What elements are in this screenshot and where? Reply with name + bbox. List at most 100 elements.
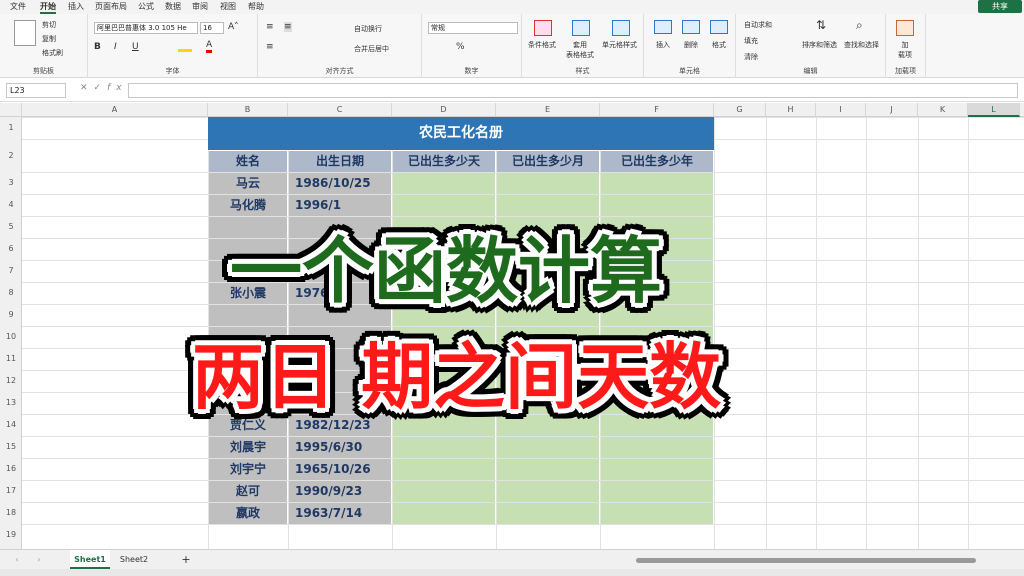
align-top-icon[interactable]: ≡	[266, 22, 274, 32]
name-cell[interactable]: 刘宇宁	[209, 459, 287, 480]
insert-button[interactable]: 插入	[656, 40, 670, 50]
column-header[interactable]: D	[392, 103, 496, 117]
months-result-cell[interactable]	[497, 173, 599, 194]
years-result-cell[interactable]	[601, 481, 713, 502]
paste-icon[interactable]	[14, 20, 36, 46]
column-title-cell[interactable]: 已出生多少年	[601, 151, 713, 172]
row-header[interactable]: 15	[0, 436, 22, 458]
column-header-selected[interactable]: L	[968, 103, 1020, 117]
years-result-cell[interactable]	[601, 459, 713, 480]
fill-button[interactable]: 填充	[744, 36, 758, 46]
insert-icon[interactable]	[654, 20, 672, 34]
conditional-format-icon[interactable]	[534, 20, 552, 36]
menu-home[interactable]: 开始	[40, 1, 56, 14]
column-title-cell[interactable]: 已出生多少月	[497, 151, 599, 172]
days-result-cell[interactable]	[393, 437, 495, 458]
menu-view[interactable]: 视图	[220, 1, 236, 12]
months-result-cell[interactable]	[497, 503, 599, 524]
column-header[interactable]: J	[866, 103, 918, 117]
column-header[interactable]: E	[496, 103, 600, 117]
row-header[interactable]: 3	[0, 172, 22, 194]
conditional-format-button[interactable]: 条件格式	[528, 40, 556, 50]
prev-sheet-icon[interactable]: ‹	[10, 550, 24, 569]
increase-font-icon[interactable]: A˄	[228, 22, 239, 32]
addins-icon[interactable]	[896, 20, 914, 36]
menu-help[interactable]: 帮助	[248, 1, 264, 12]
row-header[interactable]: 6	[0, 238, 22, 260]
menu-data[interactable]: 数据	[165, 1, 181, 12]
underline-icon[interactable]: U	[132, 42, 139, 52]
addins-button[interactable]: 加 载项	[898, 40, 912, 60]
format-icon[interactable]	[710, 20, 728, 34]
delete-icon[interactable]	[682, 20, 700, 34]
row-header[interactable]: 2	[0, 139, 22, 172]
months-result-cell[interactable]	[497, 459, 599, 480]
merge-center-button[interactable]: 合并后居中	[354, 44, 389, 54]
months-result-cell[interactable]	[497, 437, 599, 458]
menu-insert[interactable]: 插入	[68, 1, 84, 12]
row-header[interactable]: 13	[0, 392, 22, 414]
column-header[interactable]: I	[816, 103, 866, 117]
format-button[interactable]: 格式	[712, 40, 726, 50]
row-header[interactable]: 12	[0, 370, 22, 392]
delete-button[interactable]: 删除	[684, 40, 698, 50]
days-result-cell[interactable]	[393, 503, 495, 524]
font-name-select[interactable]: 阿里巴巴普惠体 3.0 105 He	[94, 22, 198, 34]
row-header[interactable]: 7	[0, 260, 22, 282]
row-header[interactable]: 19	[0, 524, 22, 546]
days-result-cell[interactable]	[393, 459, 495, 480]
row-header[interactable]: 16	[0, 458, 22, 480]
row-header[interactable]: 1	[0, 117, 22, 139]
sheet-title-cell[interactable]: 农民工化名册	[208, 117, 714, 150]
row-header[interactable]: 10	[0, 326, 22, 348]
format-painter-button[interactable]: 格式刷	[42, 48, 63, 58]
row-header[interactable]: 17	[0, 480, 22, 502]
add-sheet-button[interactable]: +	[178, 550, 194, 569]
date-cell[interactable]: 1990/9/23	[289, 481, 391, 502]
cell-styles-icon[interactable]	[612, 20, 630, 36]
copy-button[interactable]: 复制	[42, 34, 56, 44]
bold-icon[interactable]: B	[94, 42, 101, 52]
share-button[interactable]: 共享	[978, 0, 1022, 13]
date-cell[interactable]: 1995/6/30	[289, 437, 391, 458]
font-size-select[interactable]: 16	[200, 22, 224, 34]
wrap-text-button[interactable]: 自动换行	[354, 24, 382, 34]
row-header[interactable]: 18	[0, 502, 22, 524]
menu-file[interactable]: 文件	[10, 1, 26, 12]
align-middle-icon[interactable]: ≡	[284, 22, 292, 32]
column-header[interactable]: A	[22, 103, 208, 117]
years-result-cell[interactable]	[601, 503, 713, 524]
sheet-tab-2[interactable]: Sheet2	[114, 550, 154, 569]
italic-icon[interactable]: I	[114, 42, 117, 52]
percent-icon[interactable]: %	[456, 42, 465, 52]
select-all-corner[interactable]	[0, 103, 22, 117]
column-header[interactable]: K	[918, 103, 968, 117]
row-header[interactable]: 14	[0, 414, 22, 436]
days-result-cell[interactable]	[393, 173, 495, 194]
months-result-cell[interactable]	[497, 481, 599, 502]
row-header[interactable]: 11	[0, 348, 22, 370]
column-header[interactable]: C	[288, 103, 392, 117]
formula-input[interactable]	[128, 83, 1018, 98]
column-header[interactable]: H	[766, 103, 816, 117]
name-cell[interactable]: 嬴政	[209, 503, 287, 524]
name-box[interactable]: L23	[6, 83, 66, 98]
column-title-cell[interactable]: 姓名	[209, 151, 287, 172]
number-format-select[interactable]: 常规	[428, 22, 518, 34]
fx-icon[interactable]: fx	[107, 83, 128, 93]
date-cell[interactable]: 1986/10/25	[289, 173, 391, 194]
clear-button[interactable]: 清除	[744, 52, 758, 62]
sort-filter-button[interactable]: 排序和筛选	[802, 40, 837, 50]
column-title-cell[interactable]: 已出生多少天	[393, 151, 495, 172]
find-icon[interactable]: ⌕	[856, 18, 863, 33]
fill-color-icon[interactable]	[178, 42, 192, 52]
align-left-icon[interactable]: ≡	[266, 42, 274, 52]
column-header[interactable]: G	[714, 103, 766, 117]
font-color-icon[interactable]: A	[206, 40, 213, 53]
years-result-cell[interactable]	[601, 173, 713, 194]
days-result-cell[interactable]	[393, 481, 495, 502]
menu-review[interactable]: 审阅	[192, 1, 208, 12]
table-format-icon[interactable]	[572, 20, 590, 36]
cell-styles-button[interactable]: 单元格样式	[602, 40, 637, 50]
date-cell[interactable]: 1963/7/14	[289, 503, 391, 524]
